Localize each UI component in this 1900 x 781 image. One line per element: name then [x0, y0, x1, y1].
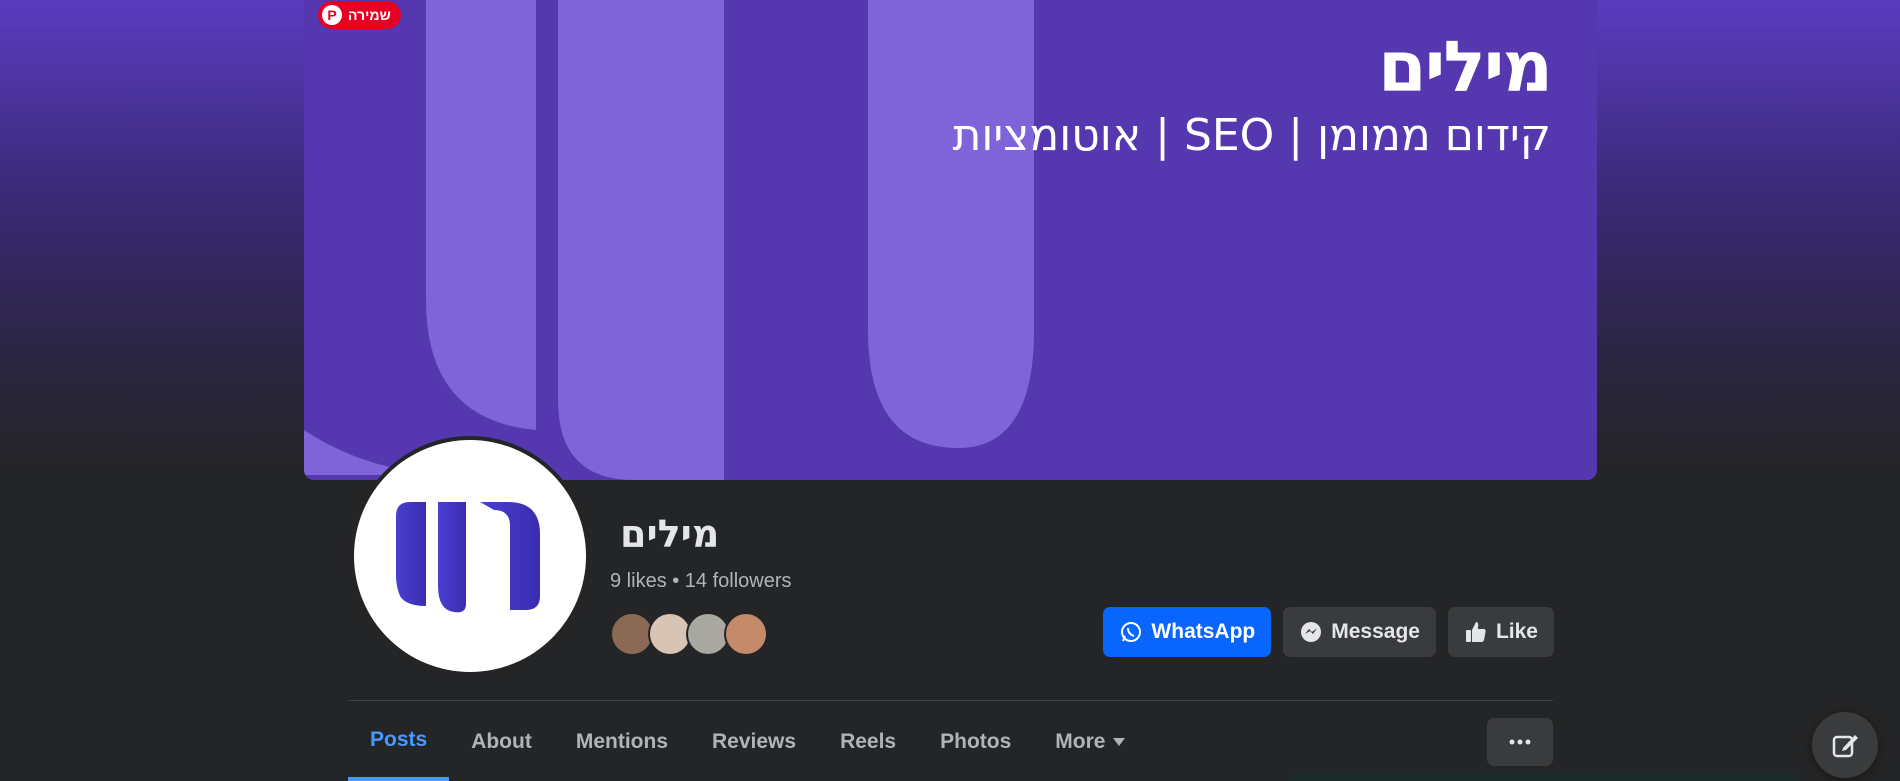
message-label: Message [1331, 620, 1420, 643]
tab-mentions[interactable]: Mentions [554, 702, 690, 781]
new-message-button[interactable] [1812, 712, 1878, 778]
thumbs-up-icon [1465, 622, 1486, 642]
tab-label: Mentions [575, 729, 669, 753]
compose-icon [1832, 735, 1858, 758]
messenger-icon [1301, 622, 1322, 642]
profile-avatar[interactable] [350, 436, 590, 676]
ellipsis-icon [1509, 739, 1531, 745]
tab-photos[interactable]: Photos [918, 702, 1033, 781]
cover-title: מילים [1378, 26, 1553, 108]
cover-photo[interactable]: מילים קידום ממומן | SEO | אוטומציות [304, 0, 1597, 480]
brand-logo-icon [396, 502, 540, 613]
likes-followers-count[interactable]: 9 likes • 14 followers [610, 570, 792, 593]
tab-about[interactable]: About [449, 702, 554, 781]
message-button[interactable]: Message [1283, 607, 1436, 657]
profile-actions: WhatsApp Message Like [1103, 607, 1554, 657]
page-title: מילים [620, 512, 720, 556]
tab-more[interactable]: More [1033, 702, 1147, 781]
tab-label: Reviews [712, 729, 797, 753]
follower-avatars[interactable] [610, 612, 768, 656]
like-button[interactable]: Like [1447, 607, 1554, 657]
profile-tabs: Posts About Mentions Reviews Reels Photo… [348, 702, 1147, 781]
caret-down-icon [1113, 737, 1126, 746]
whatsapp-button[interactable]: WhatsApp [1103, 607, 1272, 657]
more-options-button[interactable] [1487, 718, 1553, 766]
tab-label: Posts [370, 727, 428, 751]
pinterest-icon: P [322, 5, 342, 25]
save-label: שמירה [348, 7, 391, 23]
follower-avatar[interactable] [724, 612, 768, 656]
tab-label: About [471, 729, 532, 753]
tab-label: More [1055, 729, 1106, 753]
tab-label: Reels [840, 729, 897, 753]
tab-label: Photos [940, 729, 1012, 753]
content-edge [1290, 773, 1800, 781]
tab-reels[interactable]: Reels [818, 702, 918, 781]
whatsapp-icon [1121, 622, 1142, 642]
cover-subtitle: קידום ממומן | SEO | אוטומציות [952, 110, 1551, 161]
pinterest-save-button[interactable]: P שמירה [318, 1, 401, 29]
avatar-logo [354, 440, 586, 672]
tab-posts[interactable]: Posts [348, 702, 450, 781]
whatsapp-label: WhatsApp [1151, 620, 1256, 643]
tab-reviews[interactable]: Reviews [690, 702, 818, 781]
like-label: Like [1495, 620, 1538, 643]
tabs-divider [348, 700, 1553, 701]
